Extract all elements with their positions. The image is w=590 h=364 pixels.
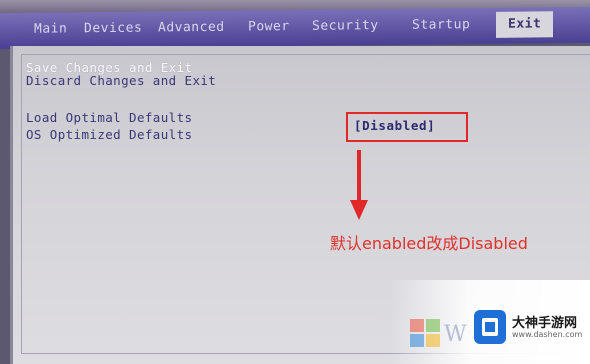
brand-logo-icon bbox=[474, 310, 506, 344]
tab-devices[interactable]: Devices bbox=[84, 16, 142, 43]
brand-name: 大神手游网 bbox=[512, 316, 578, 331]
tab-main[interactable]: Main bbox=[34, 16, 67, 42]
tab-exit[interactable]: Exit bbox=[496, 11, 554, 38]
down-arrow-icon bbox=[350, 150, 368, 220]
menu-item-os-optimized-defaults[interactable]: OS Optimized Defaults bbox=[26, 127, 192, 142]
tab-startup[interactable]: Startup bbox=[412, 12, 470, 39]
windows-logo-icon bbox=[410, 319, 440, 347]
os-optimized-defaults-value[interactable]: [Disabled] bbox=[354, 118, 435, 133]
tab-security[interactable]: Security bbox=[312, 13, 379, 40]
brand-url: www.dashen.com bbox=[512, 330, 583, 339]
tab-power[interactable]: Power bbox=[248, 14, 290, 40]
menu-item-load-optimal-defaults[interactable]: Load Optimal Defaults bbox=[26, 110, 192, 125]
watermark-letter: W bbox=[444, 322, 467, 347]
menu-item-discard-changes-and-exit[interactable]: Discard Changes and Exit bbox=[26, 73, 216, 88]
bios-menu-bar: Main Devices Advanced Power Security Sta… bbox=[0, 6, 590, 50]
tab-advanced[interactable]: Advanced bbox=[158, 15, 225, 42]
annotation-text: 默认enabled改成Disabled bbox=[330, 234, 528, 253]
